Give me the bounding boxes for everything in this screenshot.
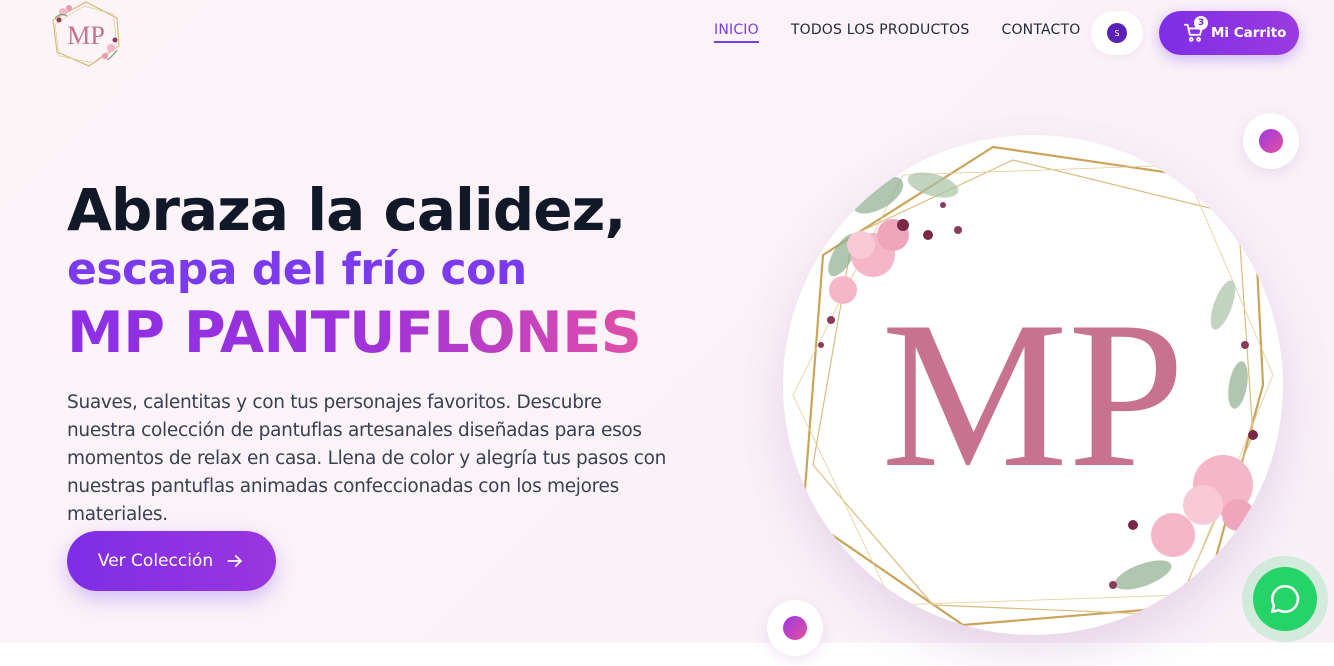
hero-brand-image: MP bbox=[783, 135, 1283, 635]
nav-item-inicio[interactable]: INICIO bbox=[714, 22, 759, 43]
hero-title-line-2: escapa del frío con bbox=[67, 244, 527, 295]
whatsapp-icon bbox=[1270, 584, 1300, 614]
page-bottom-strip bbox=[0, 643, 1334, 666]
cta-label: Ver Colección bbox=[97, 551, 214, 571]
cart-label: Mi Carrito bbox=[1211, 25, 1287, 41]
brand-logo[interactable]: MP bbox=[49, 0, 123, 68]
hero-title-line-1: Abraza la calidez, bbox=[67, 176, 626, 244]
mp-floral-emblem-icon: MP bbox=[792, 145, 1274, 627]
avatar: S bbox=[1107, 23, 1127, 43]
user-menu-button[interactable]: S bbox=[1091, 11, 1143, 55]
arrow-right-icon bbox=[227, 555, 242, 567]
cart-icon: 3 bbox=[1183, 16, 1208, 44]
hero-title-brand: MP PANTUFLONES bbox=[67, 300, 642, 366]
logo-text: MP bbox=[67, 21, 105, 50]
emblem-text: MP bbox=[881, 279, 1185, 511]
hero-description: Suaves, calentitas y con tus personajes … bbox=[67, 392, 667, 525]
cart-count-badge: 3 bbox=[1194, 16, 1208, 30]
whatsapp-button[interactable] bbox=[1242, 556, 1328, 642]
mp-floral-logo-icon: MP bbox=[52, 1, 120, 67]
nav-item-contacto[interactable]: CONTACTO bbox=[1001, 22, 1080, 43]
main-nav: INICIO TODOS LOS PRODUCTOS CONTACTO bbox=[714, 22, 1081, 43]
cart-button[interactable]: 3 Mi Carrito bbox=[1159, 11, 1299, 55]
decorative-dot-bottom bbox=[767, 600, 823, 656]
nav-item-todos-los-productos[interactable]: TODOS LOS PRODUCTOS bbox=[791, 22, 970, 43]
ver-coleccion-button[interactable]: Ver Colección bbox=[67, 531, 276, 591]
decorative-dot-top bbox=[1243, 113, 1299, 169]
